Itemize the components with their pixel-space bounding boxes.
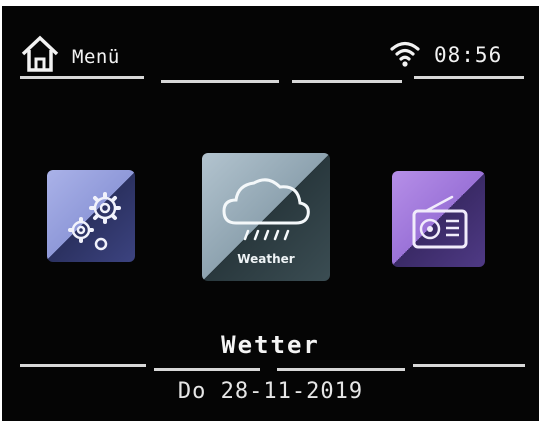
status-divider bbox=[161, 80, 279, 83]
gears-icon bbox=[68, 192, 121, 251]
status-divider bbox=[414, 76, 524, 79]
home-icon[interactable] bbox=[20, 34, 60, 74]
weather-tile-caption: Weather bbox=[237, 252, 295, 266]
footer-divider bbox=[20, 364, 146, 367]
radio-icon bbox=[412, 195, 468, 249]
status-divider bbox=[292, 80, 402, 83]
footer-divider bbox=[413, 364, 525, 367]
footer-divider bbox=[154, 368, 260, 371]
date-label: Do 28-11-2019 bbox=[177, 379, 364, 404]
wifi-icon bbox=[389, 38, 421, 68]
status-divider bbox=[20, 76, 144, 79]
settings-tile[interactable] bbox=[47, 170, 135, 262]
device-screen: Menü 08:56 Weather Wetter Do 28-11-2019 bbox=[2, 6, 539, 421]
weather-tile[interactable]: Weather bbox=[202, 153, 330, 281]
radio-tile[interactable] bbox=[392, 171, 485, 267]
footer-divider bbox=[277, 368, 405, 371]
menu-label: Menü bbox=[72, 46, 120, 68]
clock-time: 08:56 bbox=[434, 43, 503, 67]
selected-item-title: Wetter bbox=[221, 331, 320, 359]
